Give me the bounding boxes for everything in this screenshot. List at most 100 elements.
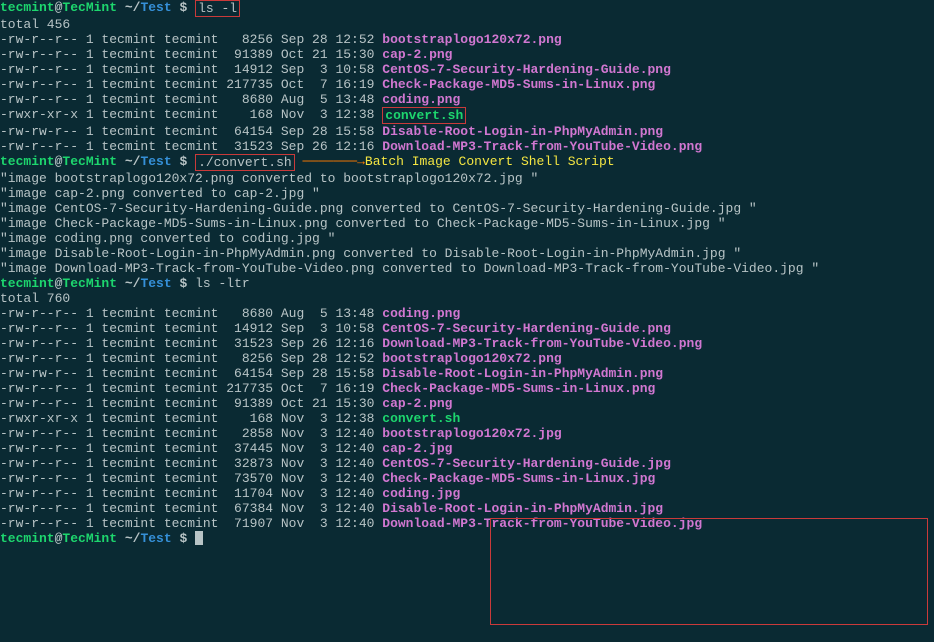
file-name: Disable-Root-Login-in-PhpMyAdmin.png bbox=[382, 366, 663, 381]
list-item: -rw-r--r-- 1 tecmint tecmint 11704 Nov 3… bbox=[0, 486, 934, 501]
prompt-dollar: $ bbox=[172, 154, 195, 171]
file-metadata: -rw-r--r-- 1 tecmint tecmint 217735 Oct … bbox=[0, 77, 382, 92]
prompt-dollar: $ bbox=[172, 531, 195, 546]
file-name: coding.png bbox=[382, 92, 460, 107]
list-item: -rw-r--r-- 1 tecmint tecmint 73570 Nov 3… bbox=[0, 471, 934, 486]
file-name: coding.jpg bbox=[382, 486, 460, 501]
conversion-message: "image Download-MP3-Track-from-YouTube-V… bbox=[0, 261, 934, 276]
file-metadata: -rw-r--r-- 1 tecmint tecmint 14912 Sep 3… bbox=[0, 321, 382, 336]
list-item: -rw-rw-r-- 1 tecmint tecmint 64154 Sep 2… bbox=[0, 124, 934, 139]
file-name: CentOS-7-Security-Hardening-Guide.png bbox=[382, 321, 671, 336]
prompt-user: tecmint bbox=[0, 531, 55, 546]
prompt-path-sep: ~/ bbox=[117, 531, 140, 546]
file-metadata: -rw-r--r-- 1 tecmint tecmint 32873 Nov 3… bbox=[0, 456, 382, 471]
list-item: -rw-r--r-- 1 tecmint tecmint 14912 Sep 3… bbox=[0, 321, 934, 336]
conversion-message: "image Check-Package-MD5-Sums-in-Linux.p… bbox=[0, 216, 934, 231]
file-metadata: -rw-r--r-- 1 tecmint tecmint 31523 Sep 2… bbox=[0, 336, 382, 351]
file-name: bootstraplogo120x72.jpg bbox=[382, 426, 561, 441]
list-item: -rw-r--r-- 1 tecmint tecmint 67384 Nov 3… bbox=[0, 501, 934, 516]
file-metadata: -rw-r--r-- 1 tecmint tecmint 8680 Aug 5 … bbox=[0, 92, 382, 107]
prompt-dir: Test bbox=[140, 154, 171, 171]
file-metadata: -rw-r--r-- 1 tecmint tecmint 37445 Nov 3… bbox=[0, 441, 382, 456]
conversion-message: "image cap-2.png converted to cap-2.jpg … bbox=[0, 186, 934, 201]
file-metadata: -rwxr-xr-x 1 tecmint tecmint 168 Nov 3 1… bbox=[0, 107, 382, 124]
cursor-icon[interactable] bbox=[195, 531, 203, 545]
annotation-label: Batch Image Convert Shell Script bbox=[365, 154, 615, 171]
highlighted-command: ./convert.sh bbox=[195, 154, 295, 171]
file-metadata: -rw-r--r-- 1 tecmint tecmint 8256 Sep 28… bbox=[0, 351, 382, 366]
prompt-dir: Test bbox=[140, 0, 171, 17]
arrow-icon: ───────→ bbox=[303, 154, 365, 171]
prompt-dir: Test bbox=[140, 276, 171, 291]
prompt-dir: Test bbox=[140, 531, 171, 546]
list-item: -rw-r--r-- 1 tecmint tecmint 14912 Sep 3… bbox=[0, 62, 934, 77]
prompt-at: @ bbox=[55, 154, 63, 171]
highlighted-script: convert.sh bbox=[382, 107, 466, 124]
file-metadata: -rw-rw-r-- 1 tecmint tecmint 64154 Sep 2… bbox=[0, 124, 382, 139]
list-item: -rw-r--r-- 1 tecmint tecmint 31523 Sep 2… bbox=[0, 336, 934, 351]
file-metadata: -rw-r--r-- 1 tecmint tecmint 71907 Nov 3… bbox=[0, 516, 382, 531]
list-item: -rw-r--r-- 1 tecmint tecmint 37445 Nov 3… bbox=[0, 441, 934, 456]
prompt-user: tecmint bbox=[0, 276, 55, 291]
prompt-path-sep: ~/ bbox=[117, 276, 140, 291]
file-name: Check-Package-MD5-Sums-in-Linux.png bbox=[382, 77, 655, 92]
file-metadata: -rw-r--r-- 1 tecmint tecmint 14912 Sep 3… bbox=[0, 62, 382, 77]
file-metadata: -rw-rw-r-- 1 tecmint tecmint 64154 Sep 2… bbox=[0, 366, 382, 381]
prompt-user: tecmint bbox=[0, 0, 55, 17]
prompt-line: tecmint@TecMint ~/Test $ ls -ltr bbox=[0, 276, 934, 291]
prompt-host: TecMint bbox=[62, 0, 117, 17]
command-text: ls -l bbox=[198, 1, 237, 16]
list-item: -rw-r--r-- 1 tecmint tecmint 217735 Oct … bbox=[0, 381, 934, 396]
prompt-path-sep: ~/ bbox=[117, 154, 140, 171]
list-item: -rw-r--r-- 1 tecmint tecmint 91389 Oct 2… bbox=[0, 396, 934, 411]
file-name: CentOS-7-Security-Hardening-Guide.jpg bbox=[382, 456, 671, 471]
prompt-at: @ bbox=[55, 0, 63, 17]
file-metadata: -rwxr-xr-x 1 tecmint tecmint 168 Nov 3 1… bbox=[0, 411, 382, 426]
total-line: total 456 bbox=[0, 17, 934, 32]
prompt-line: tecmint@TecMint ~/Test $ ./convert.sh ──… bbox=[0, 154, 934, 171]
file-name: cap-2.png bbox=[382, 396, 452, 411]
file-metadata: -rw-r--r-- 1 tecmint tecmint 8256 Sep 28… bbox=[0, 32, 382, 47]
file-metadata: -rw-r--r-- 1 tecmint tecmint 2858 Nov 3 … bbox=[0, 426, 382, 441]
command-text: ls -ltr bbox=[195, 276, 250, 291]
file-metadata: -rw-r--r-- 1 tecmint tecmint 67384 Nov 3… bbox=[0, 501, 382, 516]
prompt-host: TecMint bbox=[62, 276, 117, 291]
list-item: -rw-rw-r-- 1 tecmint tecmint 64154 Sep 2… bbox=[0, 366, 934, 381]
list-item: -rw-r--r-- 1 tecmint tecmint 31523 Sep 2… bbox=[0, 139, 934, 154]
prompt-dollar: $ bbox=[172, 0, 195, 17]
file-name: CentOS-7-Security-Hardening-Guide.png bbox=[382, 62, 671, 77]
list-item: -rwxr-xr-x 1 tecmint tecmint 168 Nov 3 1… bbox=[0, 107, 934, 124]
list-item: -rw-r--r-- 1 tecmint tecmint 71907 Nov 3… bbox=[0, 516, 934, 531]
prompt-line: tecmint@TecMint ~/Test $ bbox=[0, 531, 934, 546]
file-name: bootstraplogo120x72.png bbox=[382, 351, 561, 366]
prompt-line: tecmint@TecMint ~/Test $ ls -l bbox=[0, 0, 934, 17]
file-metadata: -rw-r--r-- 1 tecmint tecmint 73570 Nov 3… bbox=[0, 471, 382, 486]
list-item: -rw-r--r-- 1 tecmint tecmint 217735 Oct … bbox=[0, 77, 934, 92]
command-text: ./convert.sh bbox=[198, 155, 292, 170]
file-metadata: -rw-r--r-- 1 tecmint tecmint 91389 Oct 2… bbox=[0, 396, 382, 411]
conversion-message: "image coding.png converted to coding.jp… bbox=[0, 231, 934, 246]
file-name: bootstraplogo120x72.png bbox=[382, 32, 561, 47]
file-name: cap-2.jpg bbox=[382, 441, 452, 456]
highlighted-command: ls -l bbox=[195, 0, 240, 17]
prompt-path-sep: ~/ bbox=[117, 0, 140, 17]
prompt-host: TecMint bbox=[62, 154, 117, 171]
file-listing: -rw-r--r-- 1 tecmint tecmint 8256 Sep 28… bbox=[0, 32, 934, 154]
list-item: -rw-r--r-- 1 tecmint tecmint 8680 Aug 5 … bbox=[0, 92, 934, 107]
file-metadata: -rw-r--r-- 1 tecmint tecmint 31523 Sep 2… bbox=[0, 139, 382, 154]
conversion-message: "image bootstraplogo120x72.png converted… bbox=[0, 171, 934, 186]
file-metadata: -rw-r--r-- 1 tecmint tecmint 217735 Oct … bbox=[0, 381, 382, 396]
prompt-dollar: $ bbox=[172, 276, 195, 291]
file-metadata: -rw-r--r-- 1 tecmint tecmint 8680 Aug 5 … bbox=[0, 306, 382, 321]
prompt-host: TecMint bbox=[62, 531, 117, 546]
total-line: total 760 bbox=[0, 291, 934, 306]
file-name: Download-MP3-Track-from-YouTube-Video.jp… bbox=[382, 516, 702, 531]
file-name: Disable-Root-Login-in-PhpMyAdmin.png bbox=[382, 124, 663, 139]
terminal-output[interactable]: tecmint@TecMint ~/Test $ ls -l total 456… bbox=[0, 0, 934, 546]
list-item: -rw-r--r-- 1 tecmint tecmint 8680 Aug 5 … bbox=[0, 306, 934, 321]
file-name: Check-Package-MD5-Sums-in-Linux.png bbox=[382, 381, 655, 396]
conversion-message: "image CentOS-7-Security-Hardening-Guide… bbox=[0, 201, 934, 216]
list-item: -rw-r--r-- 1 tecmint tecmint 32873 Nov 3… bbox=[0, 456, 934, 471]
file-name: convert.sh bbox=[382, 411, 460, 426]
prompt-at: @ bbox=[55, 531, 63, 546]
